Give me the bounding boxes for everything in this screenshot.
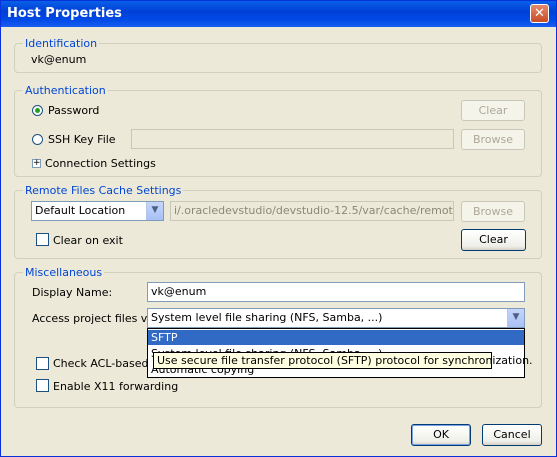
access-selected-value: System level file sharing (NFS, Samba, .… <box>151 311 383 324</box>
dropdown-arrow-icon[interactable]: ▼ <box>146 202 163 220</box>
cache-browse-button[interactable]: Browse <box>461 201 525 222</box>
authentication-legend: Authentication <box>23 84 108 97</box>
access-option-sftp[interactable]: SFTP <box>148 330 524 345</box>
cache-legend: Remote Files Cache Settings <box>23 184 184 197</box>
sftp-tooltip: Use secure file transfer protocol (SFTP)… <box>153 352 533 369</box>
ssh-key-field[interactable] <box>131 129 454 149</box>
clear-on-exit-checkbox[interactable] <box>36 233 49 246</box>
display-name-input[interactable]: vk@enum <box>147 282 525 302</box>
display-name-label: Display Name: <box>32 286 113 299</box>
clear-on-exit-label: Clear on exit <box>53 234 123 247</box>
cache-clear-button[interactable]: Clear <box>461 229 526 251</box>
password-label: Password <box>48 104 100 117</box>
cache-path-field[interactable]: i/.oracledevstudio/devstudio-12.5/var/ca… <box>170 201 454 221</box>
cache-location-select[interactable]: Default Location ▼ <box>31 201 164 221</box>
cancel-button[interactable]: Cancel <box>482 424 542 446</box>
ssh-key-label: SSH Key File <box>48 133 116 146</box>
password-radio[interactable] <box>32 105 43 116</box>
cache-location-value: Default Location <box>35 204 126 217</box>
title-bar[interactable]: Host Properties ✕ <box>1 1 556 27</box>
dropdown-arrow-icon[interactable]: ▼ <box>507 309 524 327</box>
connection-settings-toggle[interactable]: Connection Settings <box>45 157 156 170</box>
x11-checkbox[interactable] <box>36 379 49 392</box>
ok-button[interactable]: OK <box>411 424 471 446</box>
window-title: Host Properties <box>7 6 122 21</box>
ssh-key-radio[interactable] <box>32 134 43 145</box>
expand-icon[interactable]: + <box>32 159 41 168</box>
acl-checkbox[interactable] <box>36 357 49 370</box>
access-select[interactable]: System level file sharing (NFS, Samba, .… <box>147 308 525 328</box>
misc-legend: Miscellaneous <box>23 266 105 279</box>
identification-legend: Identification <box>23 37 100 50</box>
auth-clear-button[interactable]: Clear <box>461 100 525 121</box>
close-icon[interactable]: ✕ <box>530 4 549 23</box>
access-label: Access project files via: <box>32 312 161 325</box>
x11-label: Enable X11 forwarding <box>53 380 179 393</box>
auth-browse-button[interactable]: Browse <box>461 129 525 150</box>
host-properties-dialog: Host Properties ✕ Identification vk@enum… <box>0 0 557 457</box>
identification-host: vk@enum <box>31 53 87 66</box>
